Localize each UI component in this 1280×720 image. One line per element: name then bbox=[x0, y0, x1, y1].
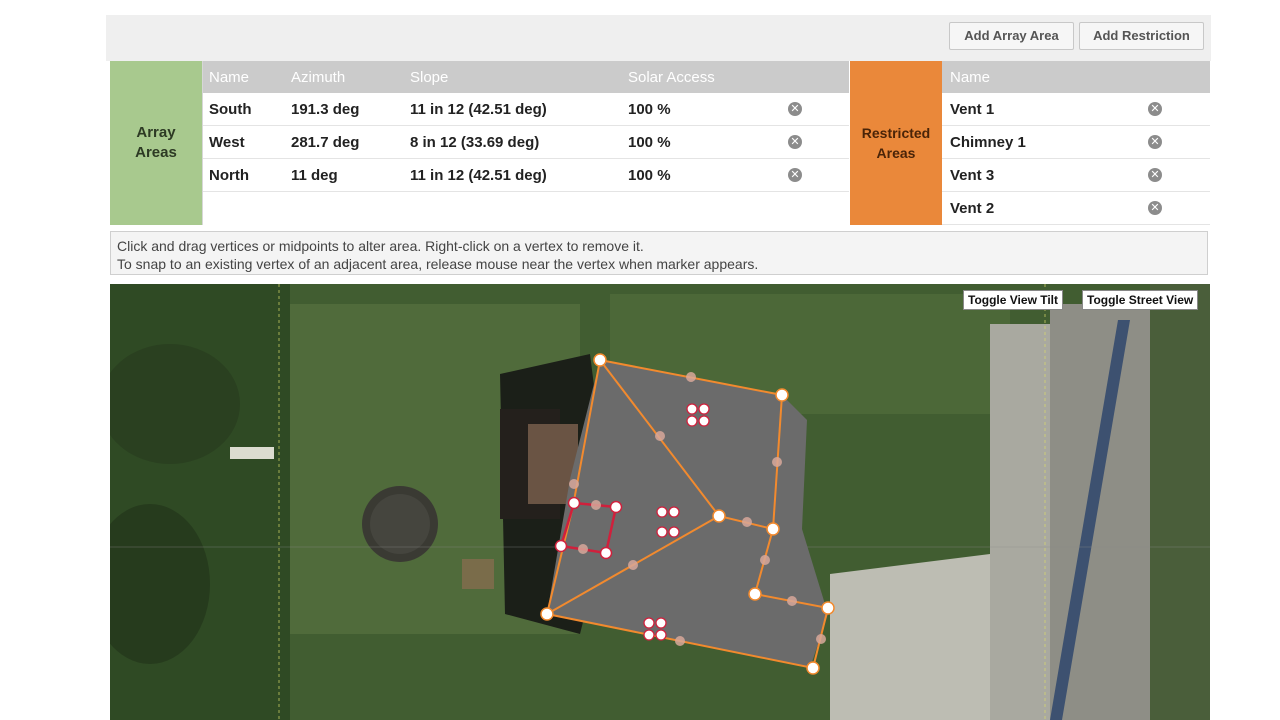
instruction-line: To snap to an existing vertex of an adja… bbox=[117, 256, 759, 272]
toggle-view-tilt-button[interactable]: Toggle View Tilt bbox=[963, 290, 1064, 310]
header-azimuth: Azimuth bbox=[291, 69, 346, 86]
remove-circle-x-icon[interactable]: ✕ bbox=[788, 102, 802, 116]
table-row[interactable]: North 11 deg 11 in 12 (42.51 deg) 100 % … bbox=[203, 159, 849, 192]
header-name: Name bbox=[209, 69, 250, 86]
restriction-name: Vent 3 bbox=[950, 167, 995, 184]
table-row[interactable]: Vent 2 ✕ bbox=[942, 192, 1210, 225]
instructions-box: Click and drag vertices or midpoints to … bbox=[110, 231, 1208, 275]
table-header: Name bbox=[942, 61, 1210, 93]
array-areas-table: Name Azimuth Slope Solar Access South 19… bbox=[202, 61, 849, 225]
area-slope: 11 in 12 (42.51 deg) bbox=[410, 101, 547, 118]
restricted-areas-table: Name Vent 1 ✕ Chimney 1 ✕ Vent 3 ✕ Vent … bbox=[942, 61, 1210, 225]
remove-circle-x-icon[interactable]: ✕ bbox=[1148, 135, 1162, 149]
area-azimuth: 191.3 deg bbox=[291, 101, 360, 118]
header-name: Name bbox=[950, 69, 991, 86]
area-name: West bbox=[209, 134, 245, 151]
restricted-areas-label: Restricted Areas bbox=[850, 61, 942, 225]
area-solar-access: 100 % bbox=[628, 101, 671, 118]
area-azimuth: 281.7 deg bbox=[291, 134, 360, 151]
solar-design-panel: Add Array Area Add Restriction Array Area… bbox=[106, 15, 1211, 720]
area-slope: 11 in 12 (42.51 deg) bbox=[410, 167, 547, 184]
header-solar-access: Solar Access bbox=[628, 69, 715, 86]
table-header: Name Azimuth Slope Solar Access bbox=[203, 61, 849, 93]
table-row[interactable]: Chimney 1 ✕ bbox=[942, 126, 1210, 159]
array-areas-label: Array Areas bbox=[110, 61, 202, 225]
toggle-street-view-button[interactable]: Toggle Street View bbox=[1082, 290, 1199, 310]
area-azimuth: 11 deg bbox=[291, 167, 338, 184]
area-slope: 8 in 12 (33.69 deg) bbox=[410, 134, 540, 151]
satellite-map[interactable]: Toggle View Tilt Toggle Street View bbox=[110, 284, 1210, 720]
restriction-name: Vent 2 bbox=[950, 200, 995, 217]
restriction-name: Vent 1 bbox=[950, 101, 995, 118]
remove-circle-x-icon[interactable]: ✕ bbox=[1148, 102, 1162, 116]
remove-circle-x-icon[interactable]: ✕ bbox=[788, 135, 802, 149]
remove-circle-x-icon[interactable]: ✕ bbox=[1148, 168, 1162, 182]
restriction-name: Chimney 1 bbox=[950, 134, 1026, 151]
instruction-line: Click and drag vertices or midpoints to … bbox=[117, 238, 644, 254]
remove-circle-x-icon[interactable]: ✕ bbox=[788, 168, 802, 182]
areas-tables: Array Areas Name Azimuth Slope Solar Acce… bbox=[110, 61, 1210, 225]
add-array-area-button[interactable]: Add Array Area bbox=[949, 22, 1074, 50]
table-row[interactable]: South 191.3 deg 11 in 12 (42.51 deg) 100… bbox=[203, 93, 849, 126]
area-name: North bbox=[209, 167, 249, 184]
remove-circle-x-icon[interactable]: ✕ bbox=[1148, 201, 1162, 215]
map-canvas[interactable] bbox=[110, 284, 1210, 720]
area-solar-access: 100 % bbox=[628, 134, 671, 151]
toolbar: Add Array Area Add Restriction bbox=[106, 15, 1211, 61]
header-slope: Slope bbox=[410, 69, 449, 86]
table-row[interactable]: West 281.7 deg 8 in 12 (33.69 deg) 100 %… bbox=[203, 126, 849, 159]
table-row[interactable]: Vent 1 ✕ bbox=[942, 93, 1210, 126]
area-solar-access: 100 % bbox=[628, 167, 671, 184]
table-row[interactable]: Vent 3 ✕ bbox=[942, 159, 1210, 192]
add-restriction-button[interactable]: Add Restriction bbox=[1079, 22, 1204, 50]
area-name: South bbox=[209, 101, 252, 118]
